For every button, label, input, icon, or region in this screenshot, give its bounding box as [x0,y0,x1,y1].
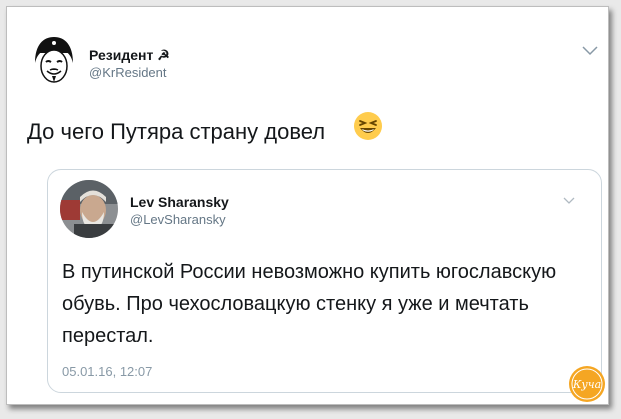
quoted-tweet[interactable]: Lev Sharansky @LevSharansky В путинской … [47,169,602,393]
quoted-tweet-text: В путинской России невозможно купить юго… [62,261,557,347]
author-name[interactable]: Резидент ☭ [89,47,170,64]
quoted-author-photo-icon [60,180,118,238]
kucha-watermark-logo: Куча [569,366,605,402]
tweet-card: Резидент ☭ @KrResident До чего Путяра ст… [6,6,609,405]
chevron-down-icon[interactable] [581,45,599,57]
author-handle[interactable]: @KrResident [89,65,167,80]
quoted-author-avatar[interactable] [60,180,118,238]
quoted-author-handle[interactable]: @LevSharansky [130,212,226,227]
quoted-tweet-timestamp[interactable]: 05.01.16, 12:07 [62,364,152,379]
quoted-author-name[interactable]: Lev Sharansky [130,194,229,210]
grinning-squinting-face-emoji [354,112,382,140]
chevron-down-icon[interactable] [562,196,576,206]
author-avatar[interactable] [27,33,81,87]
anonymous-mask-avatar-icon [28,34,80,86]
tweet-text: До чего Путяра страну довел [27,119,326,144]
svg-text:Куча: Куча [572,378,601,391]
